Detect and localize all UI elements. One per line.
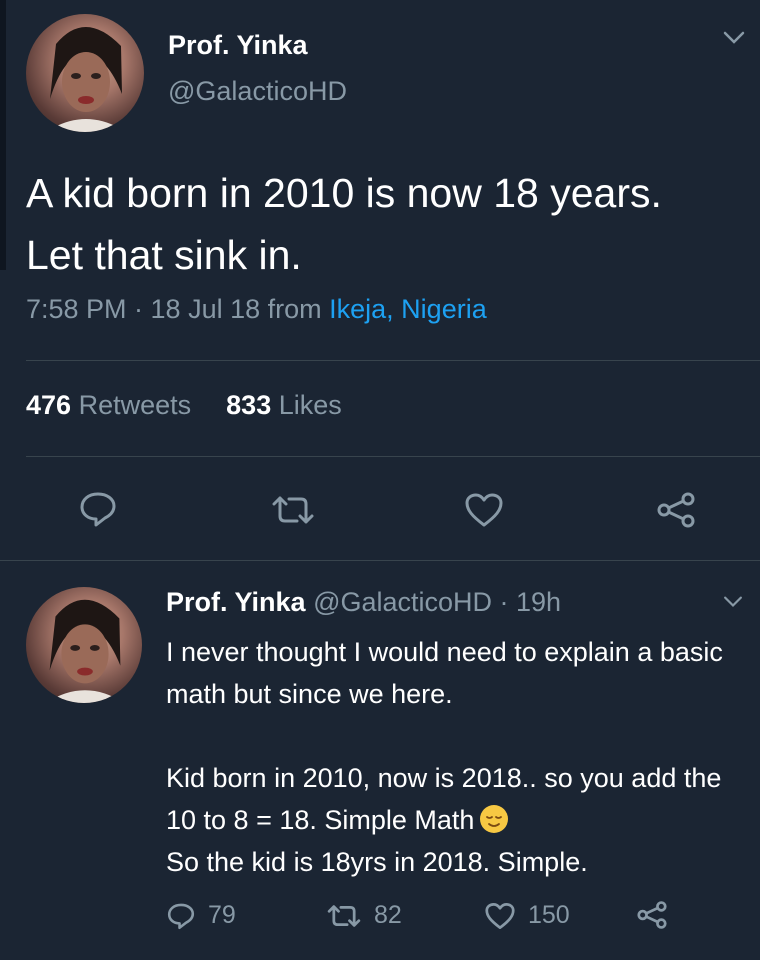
author-handle[interactable]: @GalacticoHD [168,76,347,107]
author-handle[interactable]: @GalacticoHD · 19h [306,587,561,617]
retweet-icon[interactable] [270,494,316,526]
author-name[interactable]: Prof. Yinka [168,30,308,61]
tweet-text: A kid born in 2010 is now 18 years. Let … [26,170,662,278]
likes-stat[interactable]: 833 Likes [226,390,342,420]
retweet-count: 476 [26,390,72,420]
heart-icon[interactable] [464,492,504,528]
retweets-stat[interactable]: 476 Retweets [26,390,191,420]
reply-tweet: Prof. Yinka @GalacticoHD · 19h I never t… [0,561,760,960]
chevron-down-icon[interactable] [722,595,744,609]
reply-line: Kid born in 2010, now is 2018.. so you a… [166,757,756,841]
tweet-time: 7:58 PM · 18 Jul 18 from [26,294,330,324]
main-tweet: Prof. Yinka @GalacticoHD A kid born in 2… [0,0,760,560]
like-label: Likes [271,390,342,420]
reply-line: I never thought I would need to explain … [166,637,723,709]
location-link[interactable]: Ikeja, Nigeria [329,294,487,324]
relieved-face-icon [480,805,509,833]
like-count: 833 [226,390,272,420]
share-icon[interactable] [656,492,696,528]
like-count: 150 [528,901,570,929]
reply-header: Prof. Yinka @GalacticoHD · 19h [166,587,561,618]
reply-action[interactable]: 79 [166,901,236,930]
retweet-action[interactable]: 82 [326,901,402,930]
author-name[interactable]: Prof. Yinka [166,587,306,617]
chevron-down-icon[interactable] [722,30,746,46]
reply-line: So the kid is 18yrs in 2018. Simple. [166,847,588,877]
retweet-label: Retweets [71,390,192,420]
tweet-meta: 7:58 PM · 18 Jul 18 from Ikeja, Nigeria [26,294,487,325]
reply-line-text: Kid born in 2010, now is 2018.. so you a… [166,763,722,835]
divider [26,360,760,361]
share-icon [637,901,667,929]
reply-icon[interactable] [78,490,118,528]
reply-icon [167,903,195,929]
share-action[interactable] [636,901,668,929]
avatar[interactable] [26,587,142,703]
retweet-count: 82 [374,901,402,929]
reply-count: 79 [208,901,236,929]
heart-icon [485,902,515,929]
divider [26,456,760,457]
tweet-stats: 476 Retweets 833 Likes [26,390,342,421]
avatar[interactable] [26,14,144,132]
retweet-icon [327,904,361,927]
reply-text: I never thought I would need to explain … [166,631,756,883]
like-action[interactable]: 150 [484,901,570,930]
